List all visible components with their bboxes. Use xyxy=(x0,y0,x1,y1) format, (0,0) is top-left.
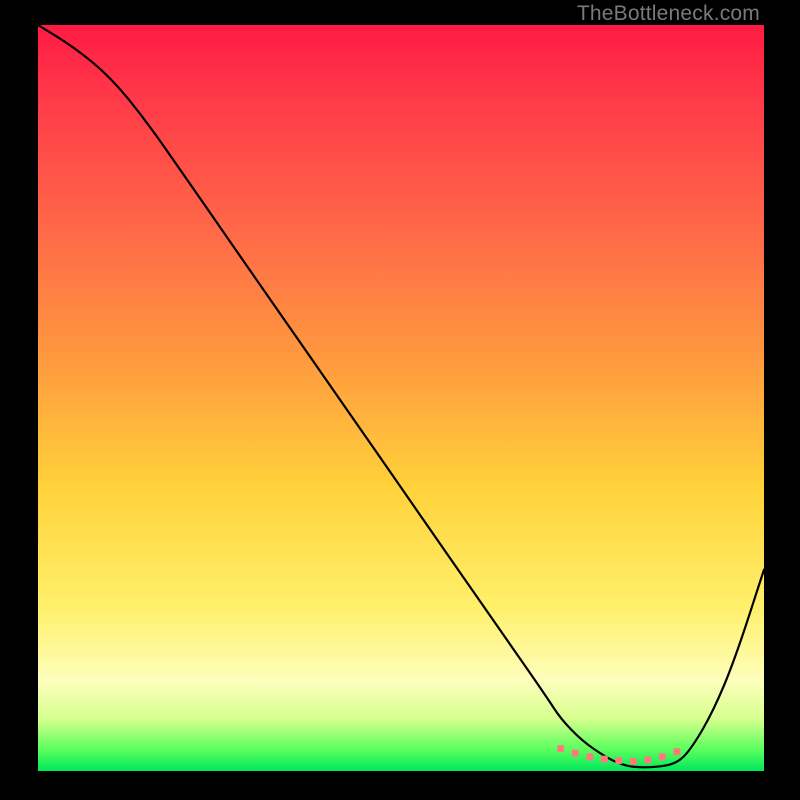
plot-area xyxy=(38,25,764,771)
marker xyxy=(673,748,680,755)
marker xyxy=(615,757,622,764)
optimal-band-markers xyxy=(557,745,680,765)
marker xyxy=(586,753,593,760)
marker xyxy=(601,756,608,763)
marker xyxy=(557,745,564,752)
curve-layer xyxy=(38,25,764,771)
main-curve xyxy=(38,25,764,767)
marker xyxy=(659,753,666,760)
marker xyxy=(572,750,579,757)
marker xyxy=(644,756,651,763)
watermark-text: TheBottleneck.com xyxy=(577,2,760,26)
marker xyxy=(630,758,637,765)
chart-frame: TheBottleneck.com xyxy=(0,0,800,800)
